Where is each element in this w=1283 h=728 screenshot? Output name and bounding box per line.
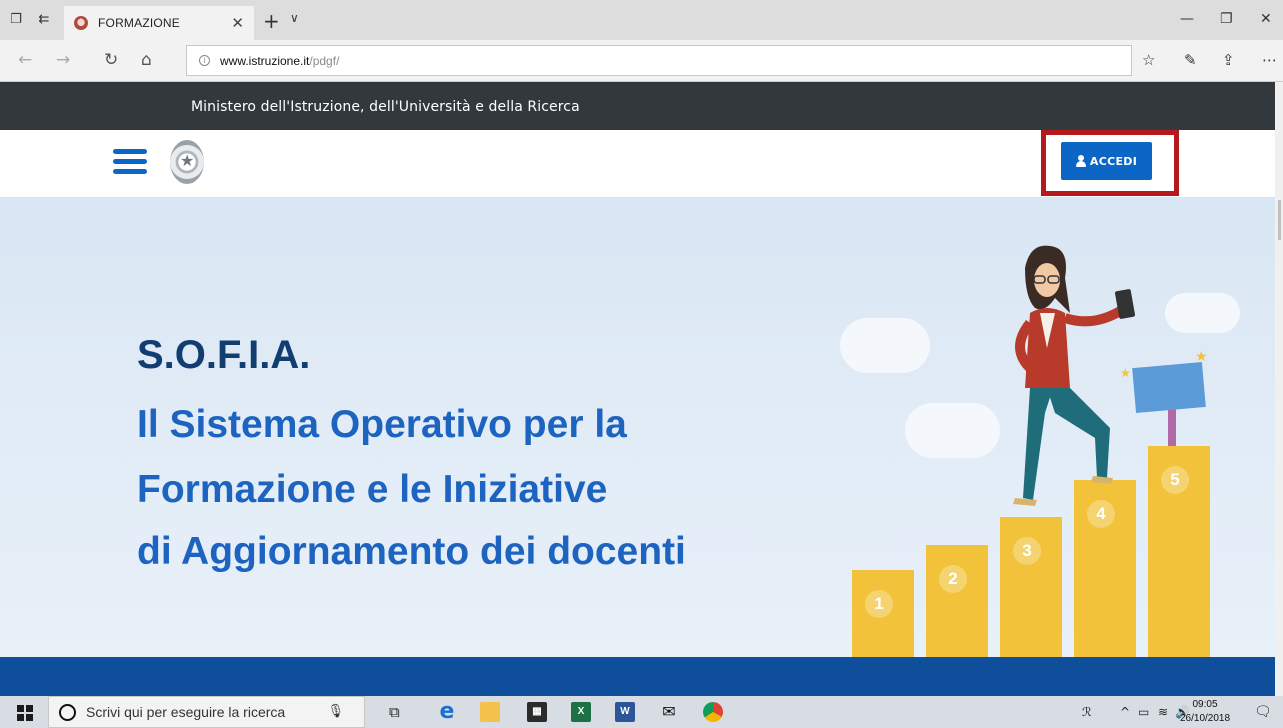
restore-icon[interactable]: ❐ (1220, 11, 1233, 27)
share-icon[interactable]: ⇪ (1222, 51, 1235, 69)
word-icon[interactable]: W (615, 702, 635, 722)
step-bar: 1 (852, 570, 914, 657)
emblem-star-icon: ★ (180, 151, 195, 170)
new-tab-icon[interactable]: + (263, 9, 280, 33)
windows-taskbar: Scrivi qui per eseguire la ricerca 🎙 ⧉ e… (0, 696, 1283, 728)
url-path: /pdgf/ (309, 53, 340, 68)
close-window-icon[interactable]: ✕ (1260, 11, 1272, 27)
home-icon[interactable]: ⌂ (141, 50, 152, 70)
ministry-title: Ministero dell'Istruzione, dell'Universi… (191, 99, 580, 115)
menu-icon[interactable] (113, 149, 147, 175)
favorites-icon[interactable]: ☆ (1142, 51, 1155, 69)
scrollbar-thumb[interactable] (1278, 200, 1281, 240)
minimize-icon[interactable]: — (1180, 11, 1194, 27)
step-bar: 5 (1148, 446, 1210, 657)
close-tab-icon[interactable]: ✕ (231, 14, 244, 32)
site-info-icon[interactable]: i (199, 55, 210, 66)
tab-title: FORMAZIONE (98, 16, 180, 30)
hero-subtitle-line: di Aggiornamento dei docenti (137, 530, 686, 573)
hero-subtitle-line: Il Sistema Operativo per la (137, 403, 627, 446)
cloud-illustration (1165, 293, 1240, 333)
file-explorer-icon[interactable] (480, 702, 500, 722)
star-icon: ★ (1195, 348, 1208, 364)
task-view-icon[interactable]: ⧉ (389, 703, 400, 721)
wifi-icon[interactable]: ≋ (1158, 705, 1168, 719)
scrollbar[interactable] (1275, 82, 1283, 696)
url-host: www.istruzione.it (220, 53, 310, 68)
cortana-icon (59, 703, 76, 721)
step-number: 1 (865, 590, 893, 618)
login-label: ACCEDI (1089, 154, 1138, 168)
set-aside-tabs-icon[interactable]: ⇇ (36, 12, 52, 28)
people-icon[interactable]: ℛ (1082, 705, 1092, 719)
tab-preview-chevron-icon[interactable]: ∨ (290, 11, 299, 25)
hero-title: S.O.F.I.A. (137, 333, 311, 377)
taskbar-clock[interactable]: 09:05 26/10/2018 (1180, 698, 1230, 726)
taskbar-search[interactable]: Scrivi qui per eseguire la ricerca 🎙 (48, 696, 365, 728)
browser-nav-bar: ← → ↻ ⌂ i www.istruzione.it/pdgf/ ☆ ✎ ⇪ … (0, 40, 1283, 82)
ministry-bar: Ministero dell'Istruzione, dell'Universi… (0, 82, 1283, 130)
footer-band (0, 657, 1283, 696)
refresh-icon[interactable]: ↻ (104, 50, 118, 70)
battery-icon[interactable]: ▭ (1138, 705, 1149, 719)
pen-icon[interactable]: ✎ (1184, 51, 1197, 69)
microphone-icon[interactable]: 🎙 (327, 704, 344, 719)
browser-tab-bar: ❐ ⇇ FORMAZIONE ✕ + ∨ — ❐ ✕ (0, 0, 1283, 40)
mail-icon[interactable]: ✉ (659, 702, 679, 722)
more-icon[interactable]: ⋯ (1262, 51, 1277, 69)
hero-subtitle-line: Formazione e le Iniziative (137, 468, 608, 511)
search-placeholder: Scrivi qui per eseguire la ricerca (86, 704, 286, 720)
tab-list-icon[interactable]: ❐ (8, 12, 24, 28)
hero-banner: S.O.F.I.A. Il Sistema Operativo per la F… (0, 198, 1283, 657)
forward-icon[interactable]: → (56, 50, 70, 70)
store-icon[interactable]: ▦ (527, 702, 547, 722)
show-hidden-icons-icon[interactable]: ^ (1120, 705, 1130, 719)
clock-time: 09:05 (1192, 699, 1218, 710)
user-icon (1075, 155, 1086, 167)
login-button[interactable]: ACCEDI (1061, 142, 1152, 180)
tab-formazione[interactable]: FORMAZIONE ✕ (64, 6, 254, 40)
windows-start-icon[interactable] (17, 705, 33, 721)
excel-icon[interactable]: X (571, 702, 591, 722)
step-number: 5 (1161, 466, 1189, 494)
back-icon[interactable]: ← (18, 50, 32, 70)
step-bar: 2 (926, 545, 988, 657)
site-favicon-icon (74, 16, 88, 30)
chrome-icon[interactable] (703, 702, 723, 722)
notifications-icon[interactable]: 🗨 (1254, 704, 1272, 720)
step-number: 3 (1013, 537, 1041, 565)
teacher-illustration (1013, 245, 1135, 506)
address-bar[interactable]: i www.istruzione.it/pdgf/ (186, 45, 1132, 76)
edge-icon[interactable]: e (437, 701, 457, 723)
step-bar: 3 (1000, 517, 1062, 657)
step-number: 2 (939, 565, 967, 593)
cloud-illustration (840, 318, 930, 373)
clock-date: 26/10/2018 (1180, 713, 1231, 724)
